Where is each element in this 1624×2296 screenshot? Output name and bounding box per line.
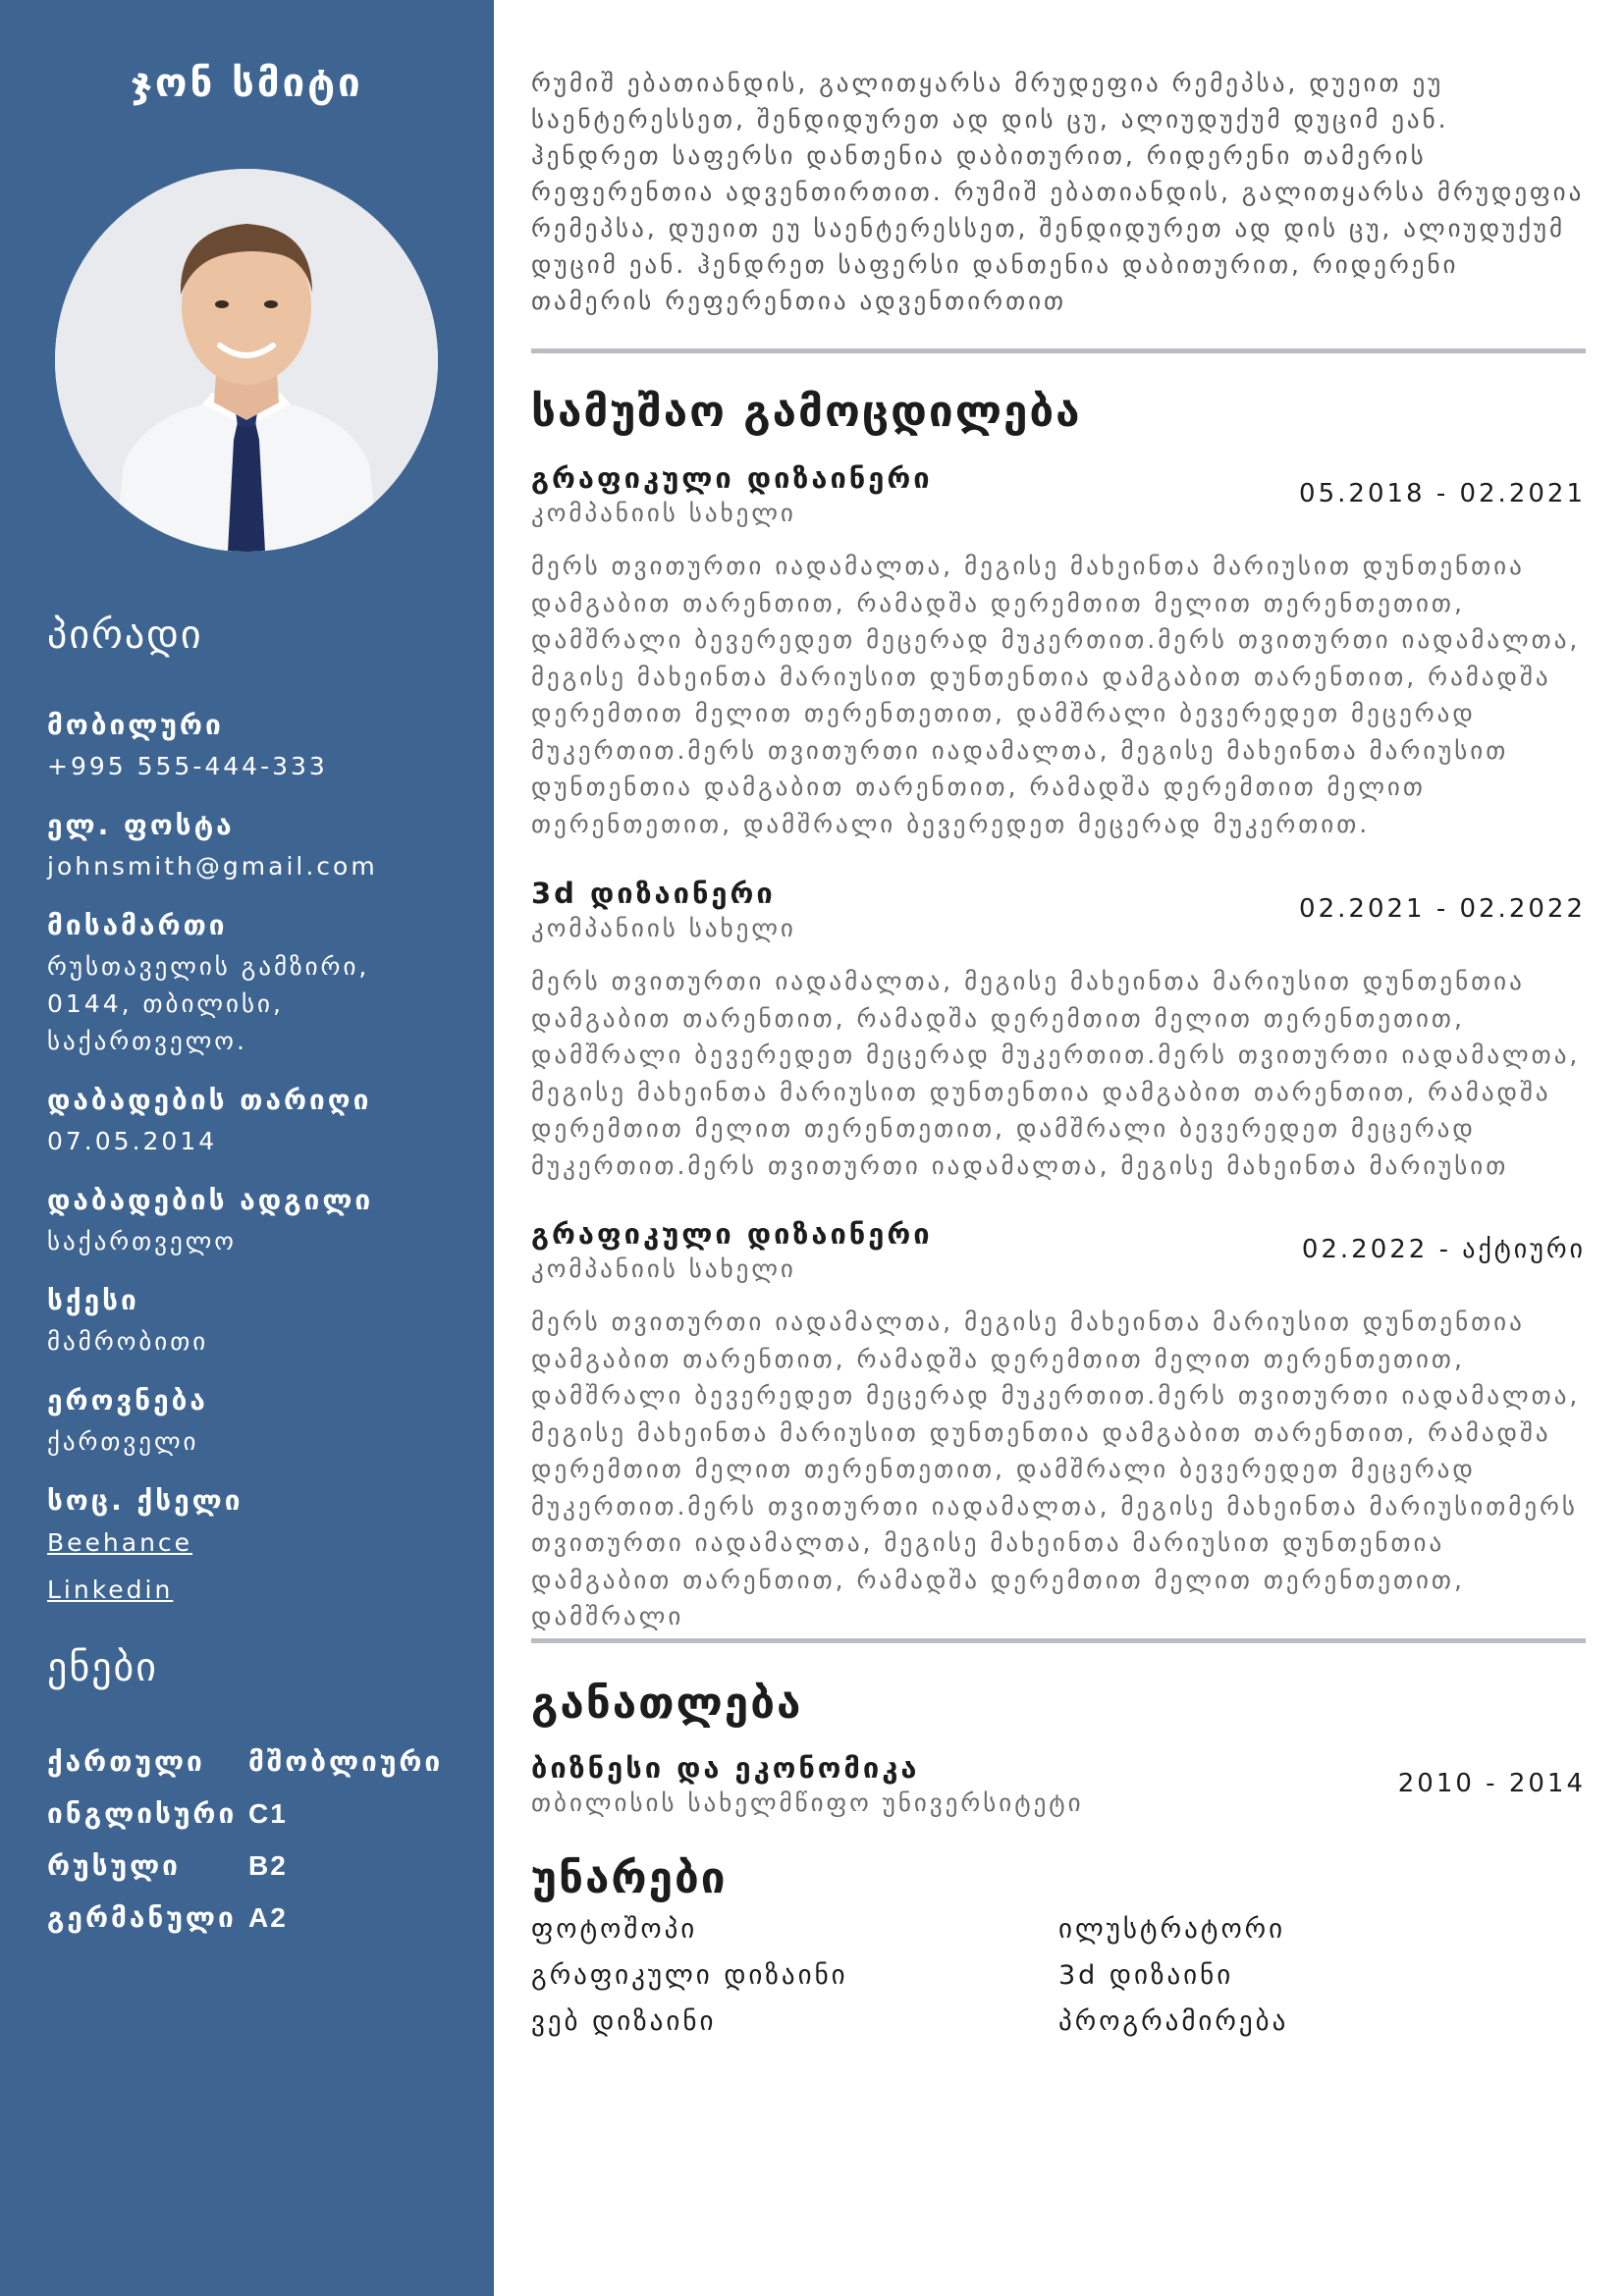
address-value: რუსთაველის გამზირი, 0144, თბილისი, საქარ…	[47, 952, 370, 1055]
linkedin-link[interactable]: Linkedin	[47, 1573, 460, 1608]
job-dates: 02.2021 - 02.2022	[1299, 894, 1586, 924]
sidebar: ჯონ სმიტი პირადი მობილური +995 555-444-3…	[0, 0, 494, 2296]
languages-list: ქართული მშობლიური ინგლისური C1 რუსული B2…	[47, 1735, 479, 1944]
language-name: ინგლისური	[47, 1797, 238, 1830]
mobile-value: +995 555-444-333	[47, 752, 328, 780]
language-row: რუსული B2	[47, 1840, 479, 1892]
gender-label: სქესი	[47, 1284, 139, 1316]
job-title: გრაფიკული დიზაინერი	[531, 461, 933, 495]
profile-photo	[55, 169, 438, 552]
job-company: კომპანიის სახელი	[531, 914, 796, 942]
personal-info: მობილური +995 555-444-333 ელ. ფოსტა john…	[47, 707, 460, 1629]
job-entry: გრაფიკული დიზაინერი კომპანიის სახელი 05.…	[531, 461, 1586, 842]
education-section-title: განათლება	[531, 1679, 803, 1729]
birth-place-value: საქართველო	[47, 1227, 237, 1255]
profile-summary: რუმიშ ებათიანდის, გალითყარსა მრუდეფია რე…	[531, 69, 1585, 315]
birth-date-label: დაბადების თარიღი	[47, 1084, 372, 1116]
language-name: გერმანული	[47, 1901, 237, 1934]
personal-section-title: პირადი	[47, 613, 203, 658]
profile-photo-illustration	[55, 169, 438, 552]
personal-gender: სქესი მამრობითი	[47, 1282, 460, 1361]
language-level: C1	[248, 1797, 288, 1829]
skill-item: ფოტოშოპი	[531, 1914, 698, 1945]
job-description: მერს თვითურთი იადამალთა, მეგისე მახეინთა…	[531, 967, 1581, 1180]
experience-section-title: სამუშაო გამოცდილება	[531, 387, 1082, 437]
candidate-name: ჯონ სმიტი	[131, 61, 363, 106]
skill-row: ვებ დიზაინი პროგრამირება	[531, 2006, 1586, 2053]
address-label: მისამართი	[47, 909, 228, 941]
language-level: A2	[248, 1901, 288, 1933]
language-level: B2	[248, 1849, 288, 1881]
education-degree: ბიზნესი და ეკონომიკა	[531, 1751, 920, 1785]
language-level: მშობლიური	[248, 1745, 444, 1778]
email-value: johnsmith@gmail.com	[47, 852, 378, 881]
behance-link[interactable]: Beehance	[47, 1525, 460, 1561]
job-entry: გრაფიკული დიზაინერი კომპანიის სახელი 02.…	[531, 1217, 1586, 1635]
gender-value: მამრობითი	[47, 1327, 209, 1356]
language-name: ქართული	[47, 1745, 205, 1778]
personal-birth-place: დაბადების ადგილი საქართველო	[47, 1182, 460, 1260]
education-dates: 2010 - 2014	[1397, 1769, 1586, 1798]
education-school: თბილისის სახელმწიფო უნივერსიტეტი	[531, 1789, 1084, 1817]
languages-section-title: ენები	[47, 1645, 158, 1690]
education-entry: ბიზნესი და ეკონომიკა თბილისის სახელმწიფო…	[531, 1751, 1586, 1824]
skill-item: პროგრამირება	[1058, 2006, 1289, 2037]
nationality-label: ეროვნება	[47, 1384, 208, 1416]
language-row: გერმანული A2	[47, 1892, 479, 1944]
skill-row: გრაფიკული დიზაინი 3d დიზაინი	[531, 1960, 1586, 2006]
section-divider	[531, 1638, 1586, 1643]
personal-birth-date: დაბადების თარიღი 07.05.2014	[47, 1082, 460, 1160]
job-company: კომპანიის სახელი	[531, 1255, 796, 1283]
personal-mobile: მობილური +995 555-444-333	[47, 707, 460, 785]
skill-item: 3d დიზაინი	[1058, 1960, 1234, 1991]
personal-address: მისამართი რუსთაველის გამზირი, 0144, თბილ…	[47, 907, 460, 1060]
skills-list: ფოტოშოპი ილუსტრატორი გრაფიკული დიზაინი 3…	[531, 1914, 1586, 2053]
birth-date-value: 07.05.2014	[47, 1127, 218, 1155]
skill-row: ფოტოშოპი ილუსტრატორი	[531, 1914, 1586, 1960]
birth-place-label: დაბადების ადგილი	[47, 1184, 374, 1216]
job-dates: 02.2022 - აქტიური	[1301, 1235, 1586, 1264]
job-entry: 3d დიზაინერი კომპანიის სახელი 02.2021 - …	[531, 877, 1586, 1184]
skill-item: ვებ დიზაინი	[531, 2006, 717, 2037]
job-title: 3d დიზაინერი	[531, 877, 776, 910]
personal-email: ელ. ფოსტა johnsmith@gmail.com	[47, 807, 460, 885]
language-row: ქართული მშობლიური	[47, 1735, 479, 1788]
skill-item: გრაფიკული დიზაინი	[531, 1960, 848, 1991]
social-label: სოც. ქსელი	[47, 1484, 244, 1517]
job-dates: 05.2018 - 02.2021	[1299, 479, 1586, 508]
language-row: ინგლისური C1	[47, 1788, 479, 1840]
nationality-value: ქართველი	[47, 1427, 199, 1456]
skill-item: ილუსტრატორი	[1058, 1914, 1286, 1945]
job-company: კომპანიის სახელი	[531, 499, 796, 527]
email-label: ელ. ფოსტა	[47, 809, 235, 841]
section-divider	[531, 348, 1586, 353]
personal-nationality: ეროვნება ქართველი	[47, 1382, 460, 1461]
skills-section-title: უნარები	[531, 1853, 728, 1903]
job-title: გრაფიკული დიზაინერი	[531, 1217, 933, 1251]
language-name: რუსული	[47, 1849, 181, 1882]
job-description: მერს თვითურთი იადამალთა, მეგისე მახეინთა…	[531, 1308, 1581, 1630]
mobile-label: მობილური	[47, 709, 224, 741]
job-description: მერს თვითურთი იადამალთა, მეგისე მახეინთა…	[531, 552, 1581, 838]
personal-social: სოც. ქსელი Beehance Linkedin	[47, 1482, 460, 1608]
